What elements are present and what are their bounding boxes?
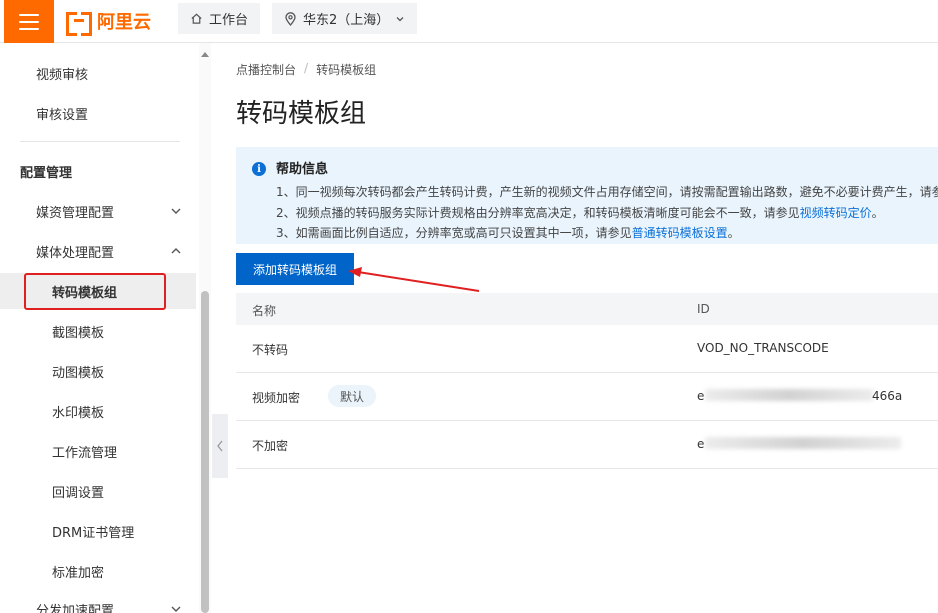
help-line-2-text: 2、视频点播的转码服务实际计费规格由分辨率宽高决定，和转码模板清晰度可能会不一致… bbox=[276, 206, 800, 220]
sidebar-item-distribution-acceleration[interactable]: 分发加速配置 bbox=[0, 591, 196, 613]
redacted-id-blur bbox=[705, 389, 873, 401]
sidebar-item-label: 标准加密 bbox=[52, 565, 105, 581]
sidebar-item-label: 转码模板组 bbox=[52, 285, 118, 301]
aliyun-logo-mark-icon bbox=[66, 12, 92, 36]
page-title: 转码模板组 bbox=[236, 99, 367, 129]
sidebar-item-label: 回调设置 bbox=[52, 485, 105, 501]
sidebar-item-transcode-template-group[interactable]: 转码模板组 bbox=[0, 273, 196, 309]
sidebar-item-watermark-template[interactable]: 水印模板 bbox=[0, 393, 196, 429]
row-name: 视频加密 bbox=[252, 391, 301, 405]
sidebar-item-label: 审核设置 bbox=[36, 107, 89, 123]
sidebar-item-drm-certificate[interactable]: DRM证书管理 bbox=[0, 513, 196, 549]
sidebar-item-label: 视频审核 bbox=[36, 67, 89, 83]
sidebar-item-media-asset-config[interactable]: 媒资管理配置 bbox=[0, 193, 196, 229]
sidebar-item-label: 媒资管理配置 bbox=[36, 205, 115, 221]
hamburger-menu-icon[interactable] bbox=[4, 0, 54, 43]
sidebar-item-label: 工作流管理 bbox=[52, 445, 118, 461]
sidebar-item-workflow-management[interactable]: 工作流管理 bbox=[0, 433, 196, 469]
sidebar-item-review-settings[interactable]: 审核设置 bbox=[0, 95, 196, 131]
aliyun-logo[interactable]: 阿里云 bbox=[66, 8, 151, 36]
sidebar-group-label: 配置管理 bbox=[20, 165, 73, 181]
row-id-prefix: e bbox=[697, 389, 705, 403]
sidebar-item-label: 媒体处理配置 bbox=[36, 245, 115, 261]
link-vod-transcode-pricing[interactable]: 视频转码定价 bbox=[800, 206, 872, 220]
sidebar-item-video-review[interactable]: 视频审核 bbox=[0, 55, 196, 91]
breadcrumb-separator: / bbox=[304, 61, 309, 75]
main-content: 点播控制台 / 转码模板组 转码模板组 i 帮助信息 1、同一视频每次转码都会产… bbox=[236, 43, 938, 613]
chevron-up-icon bbox=[171, 248, 181, 254]
breadcrumb: 点播控制台 / 转码模板组 bbox=[236, 61, 376, 78]
table-row[interactable]: 视频加密 默认 e 466a bbox=[236, 373, 938, 421]
row-name: 不加密 bbox=[252, 439, 289, 453]
chevron-down-icon bbox=[171, 606, 181, 612]
sidebar-collapse-handle[interactable] bbox=[212, 414, 228, 478]
help-line-3-end: 。 bbox=[727, 226, 740, 240]
sidebar-divider bbox=[20, 141, 180, 142]
help-line-1-text: 1、同一视频每次转码都会产生转码计费，产生新的视频文件占用存储空间，请按需配置输… bbox=[276, 185, 938, 199]
row-id-suffix: 466a bbox=[872, 389, 903, 403]
sidebar-item-label: 动图模板 bbox=[52, 365, 105, 381]
column-header-id: ID bbox=[697, 302, 710, 316]
help-info-panel: i 帮助信息 1、同一视频每次转码都会产生转码计费，产生新的视频文件占用存储空间… bbox=[236, 147, 938, 244]
help-line-3-text: 3、如需画面比例自适应，分辨率宽或高可只设置其中一项，请参见 bbox=[276, 226, 632, 240]
sidebar: 视频审核 审核设置 配置管理 媒资管理配置 媒体处理配置 转码模板组 截图模板 … bbox=[0, 43, 212, 613]
row-id-prefix: e bbox=[697, 437, 705, 451]
table-row[interactable]: 不加密 e bbox=[236, 421, 938, 469]
home-icon bbox=[191, 13, 202, 24]
sidebar-item-label: 水印模板 bbox=[52, 405, 105, 421]
sidebar-item-callback-settings[interactable]: 回调设置 bbox=[0, 473, 196, 509]
sidebar-item-label: 截图模板 bbox=[52, 325, 105, 341]
default-badge: 默认 bbox=[328, 385, 376, 407]
info-icon: i bbox=[252, 162, 266, 176]
chevron-left-icon bbox=[217, 440, 223, 452]
help-title: 帮助信息 bbox=[276, 162, 329, 177]
workbench-label: 工作台 bbox=[209, 13, 249, 28]
sidebar-item-label: 分发加速配置 bbox=[36, 603, 115, 613]
help-line-2: 2、视频点播的转码服务实际计费规格由分辨率宽高决定，和转码模板清晰度可能会不一致… bbox=[276, 204, 884, 221]
breadcrumb-current: 转码模板组 bbox=[316, 63, 377, 77]
sidebar-scrollbar-thumb[interactable] bbox=[201, 291, 209, 613]
chevron-down-icon bbox=[171, 208, 181, 214]
table-row[interactable]: 不转码 VOD_NO_TRANSCODE bbox=[236, 325, 938, 373]
region-label: 华东2（上海） bbox=[303, 13, 390, 28]
row-id: VOD_NO_TRANSCODE bbox=[697, 341, 829, 355]
top-navigation-bar: 阿里云 工作台 华东2（上海） bbox=[0, 0, 938, 43]
help-line-3: 3、如需画面比例自适应，分辨率宽或高可只设置其中一项，请参见普通转码模板设置。 bbox=[276, 224, 740, 241]
region-selector[interactable]: 华东2（上海） bbox=[272, 3, 417, 34]
sidebar-item-gif-template[interactable]: 动图模板 bbox=[0, 353, 196, 389]
location-pin-icon bbox=[285, 11, 296, 26]
template-group-table: 名称 ID 不转码 VOD_NO_TRANSCODE 视频加密 默认 e 466… bbox=[236, 293, 938, 469]
add-transcode-template-group-button[interactable]: 添加转码模板组 bbox=[236, 253, 354, 285]
link-normal-transcode-template-settings[interactable]: 普通转码模板设置 bbox=[632, 226, 728, 240]
table-header: 名称 ID bbox=[236, 293, 938, 325]
sidebar-item-standard-encryption[interactable]: 标准加密 bbox=[0, 553, 196, 589]
scroll-up-arrow-icon[interactable] bbox=[199, 49, 211, 59]
help-line-1: 1、同一视频每次转码都会产生转码计费，产生新的视频文件占用存储空间，请按需配置输… bbox=[276, 183, 938, 200]
workbench-button[interactable]: 工作台 bbox=[178, 3, 260, 34]
chevron-down-icon bbox=[396, 16, 404, 21]
sidebar-item-media-processing-config[interactable]: 媒体处理配置 bbox=[0, 233, 196, 269]
column-header-name: 名称 bbox=[252, 304, 277, 318]
breadcrumb-link-vod-console[interactable]: 点播控制台 bbox=[236, 61, 296, 78]
row-name: 不转码 bbox=[252, 343, 289, 357]
sidebar-item-snapshot-template[interactable]: 截图模板 bbox=[0, 313, 196, 349]
logo-text: 阿里云 bbox=[97, 12, 151, 33]
red-annotation-arrow bbox=[348, 267, 480, 292]
redacted-id-blur bbox=[705, 437, 901, 449]
help-line-2-end: 。 bbox=[871, 206, 884, 220]
sidebar-group-config-management: 配置管理 bbox=[0, 153, 196, 189]
sidebar-item-label: DRM证书管理 bbox=[52, 525, 135, 541]
